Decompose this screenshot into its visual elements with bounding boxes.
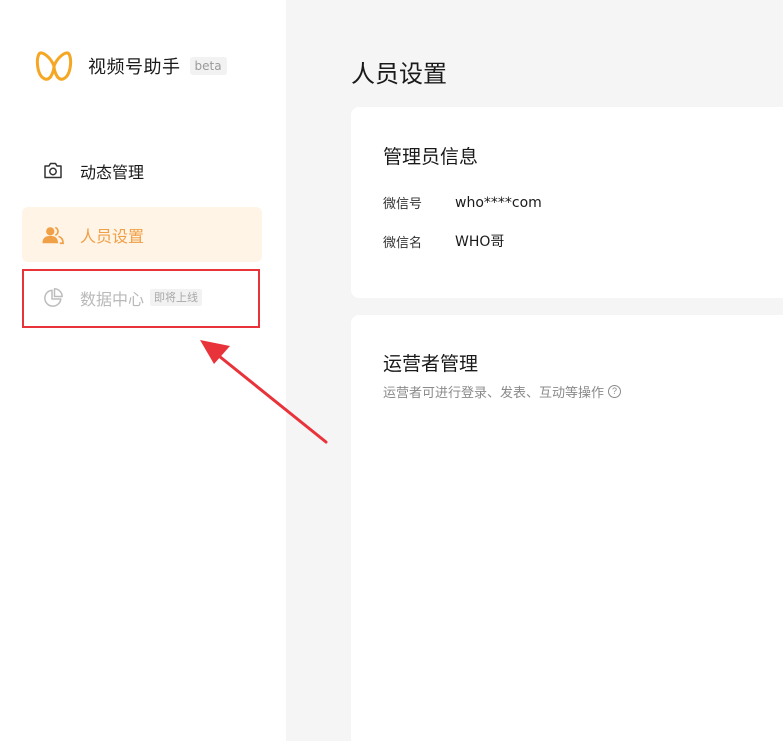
operator-management-title: 运营者管理 bbox=[383, 353, 479, 375]
users-icon bbox=[42, 224, 64, 246]
camera-icon bbox=[42, 160, 64, 182]
sidebar-item-label: 人员设置 bbox=[80, 226, 145, 246]
wechat-name-value: WHO哥 bbox=[455, 234, 505, 250]
app-title: 视频号助手 bbox=[88, 57, 181, 78]
annotation-arrow-icon bbox=[200, 340, 328, 444]
app-logo-row: 视频号助手 beta bbox=[35, 48, 227, 84]
logo-icon bbox=[35, 51, 73, 81]
help-icon[interactable]: ? bbox=[608, 385, 622, 398]
sidebar-item-dynamic-management[interactable]: 动态管理 bbox=[22, 143, 262, 198]
page-title: 人员设置 bbox=[351, 60, 447, 88]
wechat-name-row: 微信名 WHO哥 bbox=[383, 231, 504, 251]
sidebar-item-label: 动态管理 bbox=[80, 162, 145, 182]
wechat-id-label: 微信号 bbox=[383, 197, 423, 212]
beta-badge: beta bbox=[189, 57, 227, 75]
sidebar-item-people-settings[interactable]: 人员设置 bbox=[22, 207, 262, 262]
operator-management-card: 运营者管理 运营者可进行登录、发表、互动等操作 ? bbox=[351, 315, 783, 741]
annotation-highlight-box bbox=[22, 269, 260, 328]
operator-description-text: 运营者可进行登录、发表、互动等操作 bbox=[383, 386, 605, 401]
admin-info-title: 管理员信息 bbox=[383, 146, 479, 168]
admin-info-card: 管理员信息 微信号 who****com 微信名 WHO哥 bbox=[351, 107, 783, 298]
operator-description: 运营者可进行登录、发表、互动等操作 ? bbox=[383, 382, 622, 401]
wechat-name-label: 微信名 bbox=[383, 235, 423, 251]
wechat-id-value: who****com bbox=[455, 194, 542, 211]
wechat-id-row: 微信号 who****com bbox=[383, 193, 542, 213]
